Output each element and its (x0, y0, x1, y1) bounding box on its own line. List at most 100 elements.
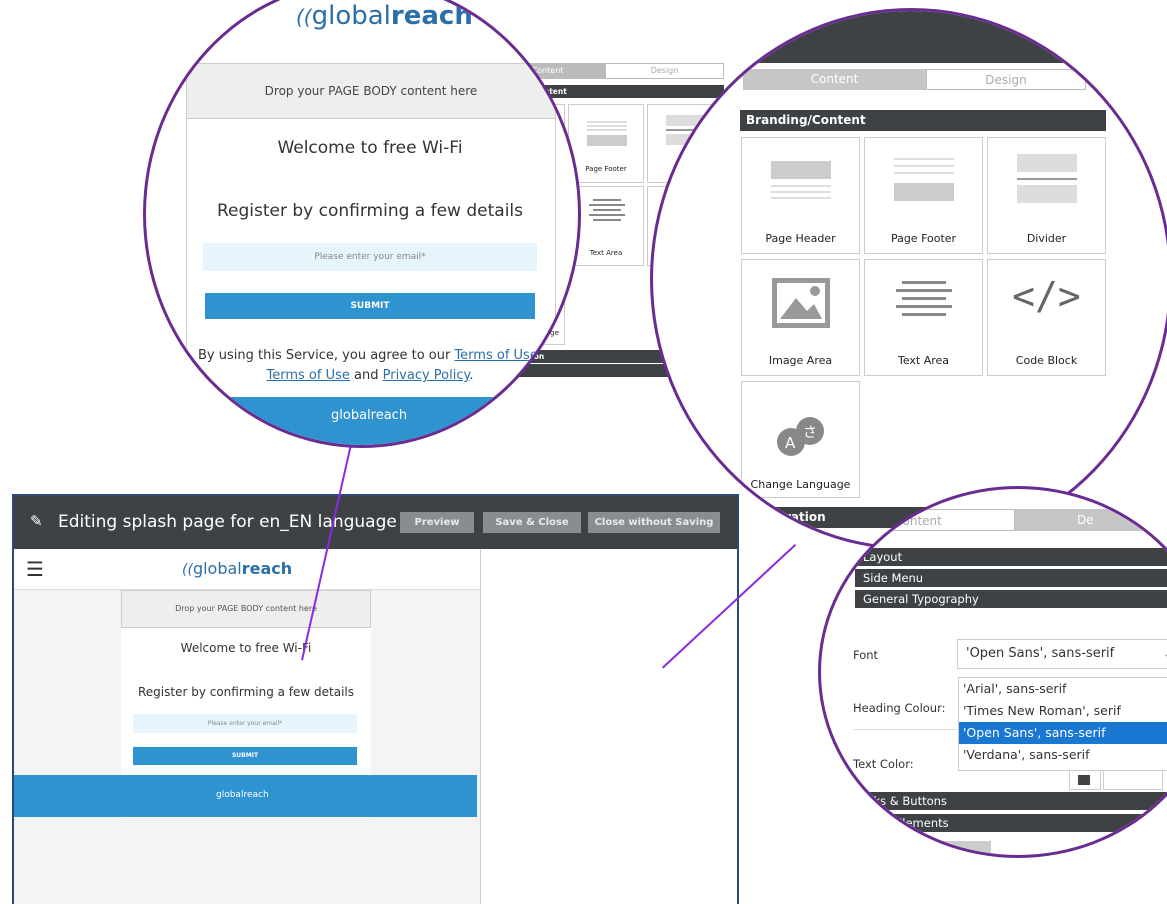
page-canvas: ☰ ((globalreach Drop your PAGE BODY cont… (14, 549, 481, 904)
zoom-drop-zone[interactable]: Drop your PAGE BODY content here (186, 63, 556, 119)
save-close-button[interactable]: Save & Close (483, 512, 581, 533)
svg-text:A: A (785, 434, 796, 452)
chevron-down-icon[interactable]: ⌄ (1163, 640, 1167, 668)
zoom-terms-link-2[interactable]: Terms of Use (267, 368, 350, 383)
tile-label: Text Area (589, 249, 623, 257)
submit-button[interactable]: SUBMIT (133, 747, 357, 765)
zoom-terms-and: and (349, 368, 383, 383)
section-general-typography[interactable]: General Typography (855, 590, 1167, 608)
zoom-tile-label: Divider (1026, 232, 1067, 245)
zoom-logo-reach: reach (390, 1, 473, 31)
zoom-privacy-link[interactable]: Privacy Policy (383, 368, 470, 383)
zoom-tile-text-area[interactable]: Text Area (864, 259, 983, 376)
zoom-footer-logo-global: global (331, 408, 371, 423)
zoom-circle-page: ((globalreach Drop your PAGE BODY conten… (143, 0, 581, 448)
zoom-tile-page-header[interactable]: Page Header (741, 137, 860, 254)
zoom-page-header-icon (771, 161, 831, 199)
zoom-tile-label: Text Area (897, 354, 950, 367)
zoom-submit-button[interactable]: SUBMIT (205, 293, 535, 319)
tile-page-footer[interactable]: Page Footer (568, 104, 644, 183)
page-footer-icon (587, 121, 627, 146)
zoom-footer-bar: globalreach (146, 397, 578, 445)
signal-icon: (( (182, 562, 193, 578)
text-color-label: Text Color: (853, 757, 914, 771)
section-elements[interactable]: Elements (855, 814, 1167, 832)
zoom-logo-global: global (311, 1, 391, 31)
footer-logo-reach: reach (243, 790, 269, 800)
zoom-panel-topbar (653, 11, 1167, 63)
section-links-buttons[interactable]: inks & Buttons (855, 792, 1167, 810)
color-swatch (1078, 775, 1090, 785)
zoom-image-icon (772, 278, 830, 328)
tile-label: Page Footer (585, 165, 627, 173)
divider-line (853, 729, 957, 730)
zoom-circle-panel: Content Design Branding/Content Page Hea… (650, 8, 1167, 550)
zoom-register-subheading: Register by confirming a few details (216, 201, 524, 221)
font-select[interactable]: 'Open Sans', sans-serif ⌄ (957, 639, 1167, 669)
zoom-design-tab-design[interactable]: De (1015, 509, 1167, 531)
hamburger-menu-icon[interactable]: ☰ (26, 557, 44, 581)
font-dropdown: 'Arial', sans-serif 'Times New Roman', s… (958, 677, 1167, 771)
page-topbar: ☰ ((globalreach (14, 549, 480, 590)
heading-colour-label: Heading Colour: (853, 701, 946, 715)
footer-logo-global: global (216, 790, 244, 800)
zoom-tile-label: Page Footer (890, 232, 957, 245)
zoom-tile-image-area[interactable]: Image Area (741, 259, 860, 376)
zoom-footer-logo: globalreach (331, 408, 407, 423)
zoom-tab-content[interactable]: Content (743, 69, 926, 90)
logo-text-reach: reach (241, 559, 293, 578)
zoom-welcome-heading: Welcome to free Wi-Fi (277, 138, 463, 158)
section-side-menu[interactable]: Side Menu (855, 569, 1167, 587)
email-input[interactable]: Please enter your email* (133, 714, 357, 733)
zoom-page-footer-icon (894, 158, 954, 201)
zoom-email-input[interactable]: Please enter your email* (203, 243, 537, 271)
font-label: Font (853, 648, 879, 662)
font-option[interactable]: 'Times New Roman', serif (959, 700, 1167, 722)
zoom-globalreach-logo: ((globalreach (296, 1, 473, 31)
zoom-tile-page-footer[interactable]: Page Footer (864, 137, 983, 254)
font-select-value: 'Open Sans', sans-serif (966, 646, 1115, 661)
preview-button[interactable]: Preview (400, 512, 474, 533)
tab-design[interactable]: Design (606, 64, 723, 78)
footer-logo: globalreach (216, 790, 269, 800)
panel-button-partial[interactable] (931, 841, 991, 853)
section-layout[interactable]: Layout (855, 548, 1167, 566)
zoom-footer-logo-reach: reach (370, 408, 408, 423)
globalreach-logo: ((globalreach (182, 559, 292, 578)
text-color-input[interactable] (1103, 770, 1163, 790)
zoom-section-branding[interactable]: Branding/Content (740, 110, 1106, 131)
font-option[interactable]: 'Arial', sans-serif (959, 678, 1167, 700)
zoom-tile-label: Page Header (765, 232, 836, 245)
zoom-tile-divider[interactable]: Divider (987, 137, 1106, 254)
zoom-tile-change-language[interactable]: Aさ Change Language (741, 381, 860, 498)
editor-window: ✎ Editing splash page for en_EN language… (12, 494, 739, 904)
text-area-icon (589, 199, 625, 221)
zoom-tile-label: Code Block (1015, 354, 1078, 367)
drop-zone[interactable]: Drop your PAGE BODY content here (121, 590, 371, 628)
font-option-selected[interactable]: 'Open Sans', sans-serif (959, 722, 1167, 744)
editor-title: Editing splash page for en_EN language (58, 512, 397, 532)
zoom-tile-code-block[interactable]: </> Code Block (987, 259, 1106, 376)
zoom-tile-label: Change Language (750, 478, 851, 491)
logo-text-global: global (192, 559, 242, 578)
zoom-terms-end: . (469, 368, 474, 383)
zoom-tab-design[interactable]: Design (926, 69, 1086, 90)
font-option[interactable]: 'Verdana', sans-serif (959, 744, 1167, 766)
page-footer-bar: globalreach (14, 775, 477, 817)
zoom-terms-text: By using this Service, you agree to our … (166, 346, 574, 386)
zoom-terms-prefix: By using this Service, you agree to our (198, 348, 455, 363)
pencil-icon: ✎ (30, 512, 43, 530)
zoom-divider-icon (1017, 154, 1077, 203)
text-color-swatch-picker[interactable] (1069, 770, 1101, 790)
zoom-change-language-icon: Aさ (777, 417, 824, 456)
svg-text:さ: さ (803, 425, 817, 441)
zoom-text-area-icon (896, 281, 952, 316)
zoom-signal-icon: (( (296, 5, 312, 29)
zoom-terms-link[interactable]: Terms of Use (454, 348, 537, 363)
zoom-terms-comma: , (537, 348, 542, 363)
zoom-code-icon: </> (1012, 274, 1081, 318)
editor-header: ✎ Editing splash page for en_EN language… (14, 496, 737, 549)
zoom-design-tab-content[interactable]: Content (821, 509, 1015, 531)
close-without-saving-button[interactable]: Close without Saving (588, 512, 720, 533)
welcome-heading: Welcome to free Wi-Fi (180, 641, 312, 655)
